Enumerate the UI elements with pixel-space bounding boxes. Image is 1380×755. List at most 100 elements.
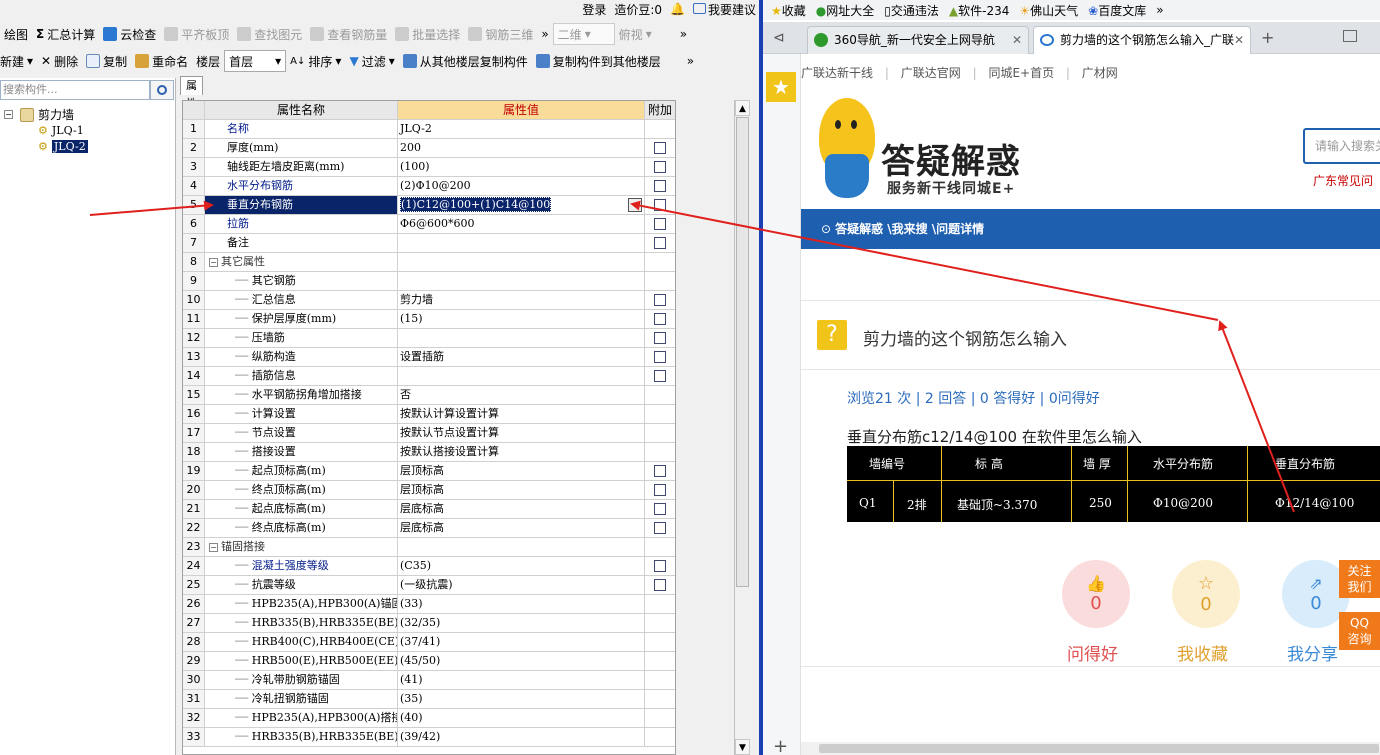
property-value-cell[interactable]: (35) xyxy=(398,690,645,709)
property-value-cell[interactable]: 层顶标高 xyxy=(398,481,645,500)
rebar-3d-button[interactable]: 钢筋三维 xyxy=(464,23,537,45)
extra-checkbox[interactable] xyxy=(654,579,666,591)
property-value-cell[interactable]: Φ6@600*600 xyxy=(398,215,645,234)
good-question-button[interactable]: 👍 0 xyxy=(1062,560,1130,628)
header-property-name[interactable]: 属性名称 xyxy=(205,101,398,120)
copy-from-floor-button[interactable]: 从其他楼层复制构件 xyxy=(399,50,532,72)
property-value-editing[interactable]: (1)C12@100+(1)C14@100 xyxy=(400,197,552,212)
horizontal-scrollbar[interactable] xyxy=(801,742,1380,755)
extra-checkbox[interactable] xyxy=(654,161,666,173)
collect-button[interactable]: ☆ 0 xyxy=(1172,560,1240,628)
property-value[interactable]: 层底标高 xyxy=(400,502,444,515)
property-row[interactable]: 22 ── 终点底标高(m) 层底标高 xyxy=(183,519,675,538)
flat-board-button[interactable]: 平齐板顶 xyxy=(160,23,233,45)
draw-button[interactable]: 绘图 xyxy=(0,23,32,45)
property-row[interactable]: 4 水平分布钢筋 (2)Φ10@200 xyxy=(183,177,675,196)
fav-more-icon[interactable]: » xyxy=(1156,3,1163,17)
batch-select-button[interactable]: 批量选择 xyxy=(391,23,464,45)
property-name-cell[interactable]: ── HPB235(A),HPB300(A)搭接 xyxy=(205,709,398,728)
property-name-cell[interactable]: ── 计算设置 xyxy=(205,405,398,424)
scroll-thumb[interactable] xyxy=(736,117,749,587)
property-name-cell[interactable]: ── HPB235(A),HPB300(A)锚固 xyxy=(205,595,398,614)
property-value-cell[interactable]: (32/35) xyxy=(398,614,645,633)
view-rebar-button[interactable]: 查看钢筋量 xyxy=(306,23,391,45)
browser-tab-question[interactable]: 剪力墙的这个钢筋怎么输入_广联 ✕ xyxy=(1033,26,1251,54)
property-value[interactable]: (41) xyxy=(400,673,423,686)
property-value-cell[interactable]: 层顶标高 xyxy=(398,462,645,481)
property-name-cell[interactable]: 厚度(mm) xyxy=(205,139,398,158)
suggest-link[interactable]: 我要建议 xyxy=(692,1,756,18)
fav-item-1[interactable]: ●网址大全 xyxy=(816,2,875,19)
property-value-cell[interactable]: 层底标高 xyxy=(398,500,645,519)
property-value-cell[interactable] xyxy=(398,367,645,386)
tree-node-jlq2[interactable]: ⚙ JLQ-2 xyxy=(38,140,88,153)
property-row[interactable]: 1 名称 JLQ-2 xyxy=(183,120,675,139)
property-name-cell[interactable]: ── 抗震等级 xyxy=(205,576,398,595)
property-value[interactable]: (2)Φ10@200 xyxy=(400,179,471,192)
property-name-cell[interactable]: 垂直分布钢筋 xyxy=(205,196,398,215)
property-row[interactable]: 27── HRB335(B),HRB335E(BE),HRBF(32/35) xyxy=(183,614,675,633)
browser-tab-360[interactable]: 360导航_新一代安全上网导航 ✕ xyxy=(807,26,1029,54)
property-value-cell[interactable]: JLQ-2 xyxy=(398,120,645,139)
tab-property-edit[interactable]: 属性编辑 xyxy=(180,76,203,146)
extra-checkbox[interactable] xyxy=(654,503,666,515)
fav-item-2[interactable]: ▯交通违法 xyxy=(884,2,939,19)
fav-item-0[interactable]: ★收藏 xyxy=(771,2,806,19)
property-name-cell[interactable]: ── HRB335(B),HRB335E(BE),HRBF xyxy=(205,728,398,747)
copy-button[interactable]: 复制 xyxy=(82,50,131,72)
extra-checkbox[interactable] xyxy=(654,522,666,534)
property-name-cell[interactable]: ── 终点顶标高(m) xyxy=(205,481,398,500)
property-value-cell[interactable]: (39/42) xyxy=(398,728,645,747)
good-question-label[interactable]: 问得好 xyxy=(1067,640,1118,665)
property-row[interactable]: 11 ── 保护层厚度(mm) (15) xyxy=(183,310,675,329)
new-tab-icon[interactable]: + xyxy=(1261,28,1274,47)
property-value[interactable]: 按默认节点设置计算 xyxy=(400,426,499,439)
extra-checkbox[interactable] xyxy=(654,294,666,306)
property-value-cell[interactable]: (45/50) xyxy=(398,652,645,671)
property-value[interactable]: 剪力墙 xyxy=(400,293,433,306)
tab-back-icon[interactable]: ⊲ xyxy=(773,30,785,46)
property-name-cell[interactable]: ── 水平钢筋拐角增加搭接 xyxy=(205,386,398,405)
property-value-cell[interactable]: 200 xyxy=(398,139,645,158)
ellipsis-button[interactable]: … xyxy=(628,198,642,212)
toplink[interactable]: 广材网 xyxy=(1082,66,1118,80)
property-value[interactable]: 层底标高 xyxy=(400,521,444,534)
property-name-cell[interactable]: ── 纵筋构造 xyxy=(205,348,398,367)
property-row[interactable]: 30 ── 冷轧带肋钢筋锚固 (41) xyxy=(183,671,675,690)
bell-icon[interactable]: 🔔 xyxy=(670,2,685,16)
property-value-cell[interactable]: 设置插筋 xyxy=(398,348,645,367)
property-row[interactable]: 15 ── 水平钢筋拐角增加搭接否 xyxy=(183,386,675,405)
property-name-cell[interactable]: ── 起点顶标高(m) xyxy=(205,462,398,481)
property-row[interactable]: 10 ── 汇总信息 剪力墙 xyxy=(183,291,675,310)
property-name-cell[interactable]: ── 混凝土强度等级 xyxy=(205,557,398,576)
property-value-cell[interactable]: 按默认计算设置计算 xyxy=(398,405,645,424)
collect-label[interactable]: 我收藏 xyxy=(1177,640,1228,665)
property-row[interactable]: 29── HRB500(E),HRB500E(EE),HRBF(45/50) xyxy=(183,652,675,671)
toplink[interactable]: 同城E+首页 xyxy=(988,66,1054,80)
overflow-chevron-icon-2[interactable]: » xyxy=(676,23,691,45)
property-value[interactable]: (32/35) xyxy=(400,616,440,629)
property-row[interactable]: 24 ── 混凝土强度等级 (C35) xyxy=(183,557,675,576)
property-value[interactable]: (33) xyxy=(400,597,423,610)
hscroll-thumb[interactable] xyxy=(819,744,1379,753)
fav-item-3[interactable]: ▲软件-234 xyxy=(949,2,1009,19)
property-value-cell[interactable]: (2)Φ10@200 xyxy=(398,177,645,196)
top-view-button[interactable]: 俯视 ▾ xyxy=(615,23,656,45)
property-value-cell[interactable] xyxy=(398,253,645,272)
property-row[interactable]: 12 ── 压墙筋 xyxy=(183,329,675,348)
property-value[interactable]: (100) xyxy=(400,160,430,173)
property-row[interactable]: 16 ── 计算设置 按默认计算设置计算 xyxy=(183,405,675,424)
property-value[interactable]: (C35) xyxy=(400,559,431,572)
property-value-cell[interactable]: (33) xyxy=(398,595,645,614)
property-row[interactable]: 18 ── 搭接设置 按默认搭接设置计算 xyxy=(183,443,675,462)
group-collapse-icon[interactable]: − xyxy=(209,257,218,267)
extra-checkbox[interactable] xyxy=(654,313,666,325)
tree-node-root[interactable]: − 剪力墙 xyxy=(4,106,74,123)
rename-button[interactable]: 重命名 xyxy=(131,50,192,72)
extra-checkbox[interactable] xyxy=(654,351,666,363)
extra-checkbox[interactable] xyxy=(654,218,666,230)
property-value[interactable]: 200 xyxy=(400,141,421,154)
tree-node-jlq1[interactable]: ⚙ JLQ-1 xyxy=(38,124,84,137)
property-value-cell[interactable] xyxy=(398,234,645,253)
follow-us-button[interactable]: 关注 我们 xyxy=(1339,560,1380,598)
